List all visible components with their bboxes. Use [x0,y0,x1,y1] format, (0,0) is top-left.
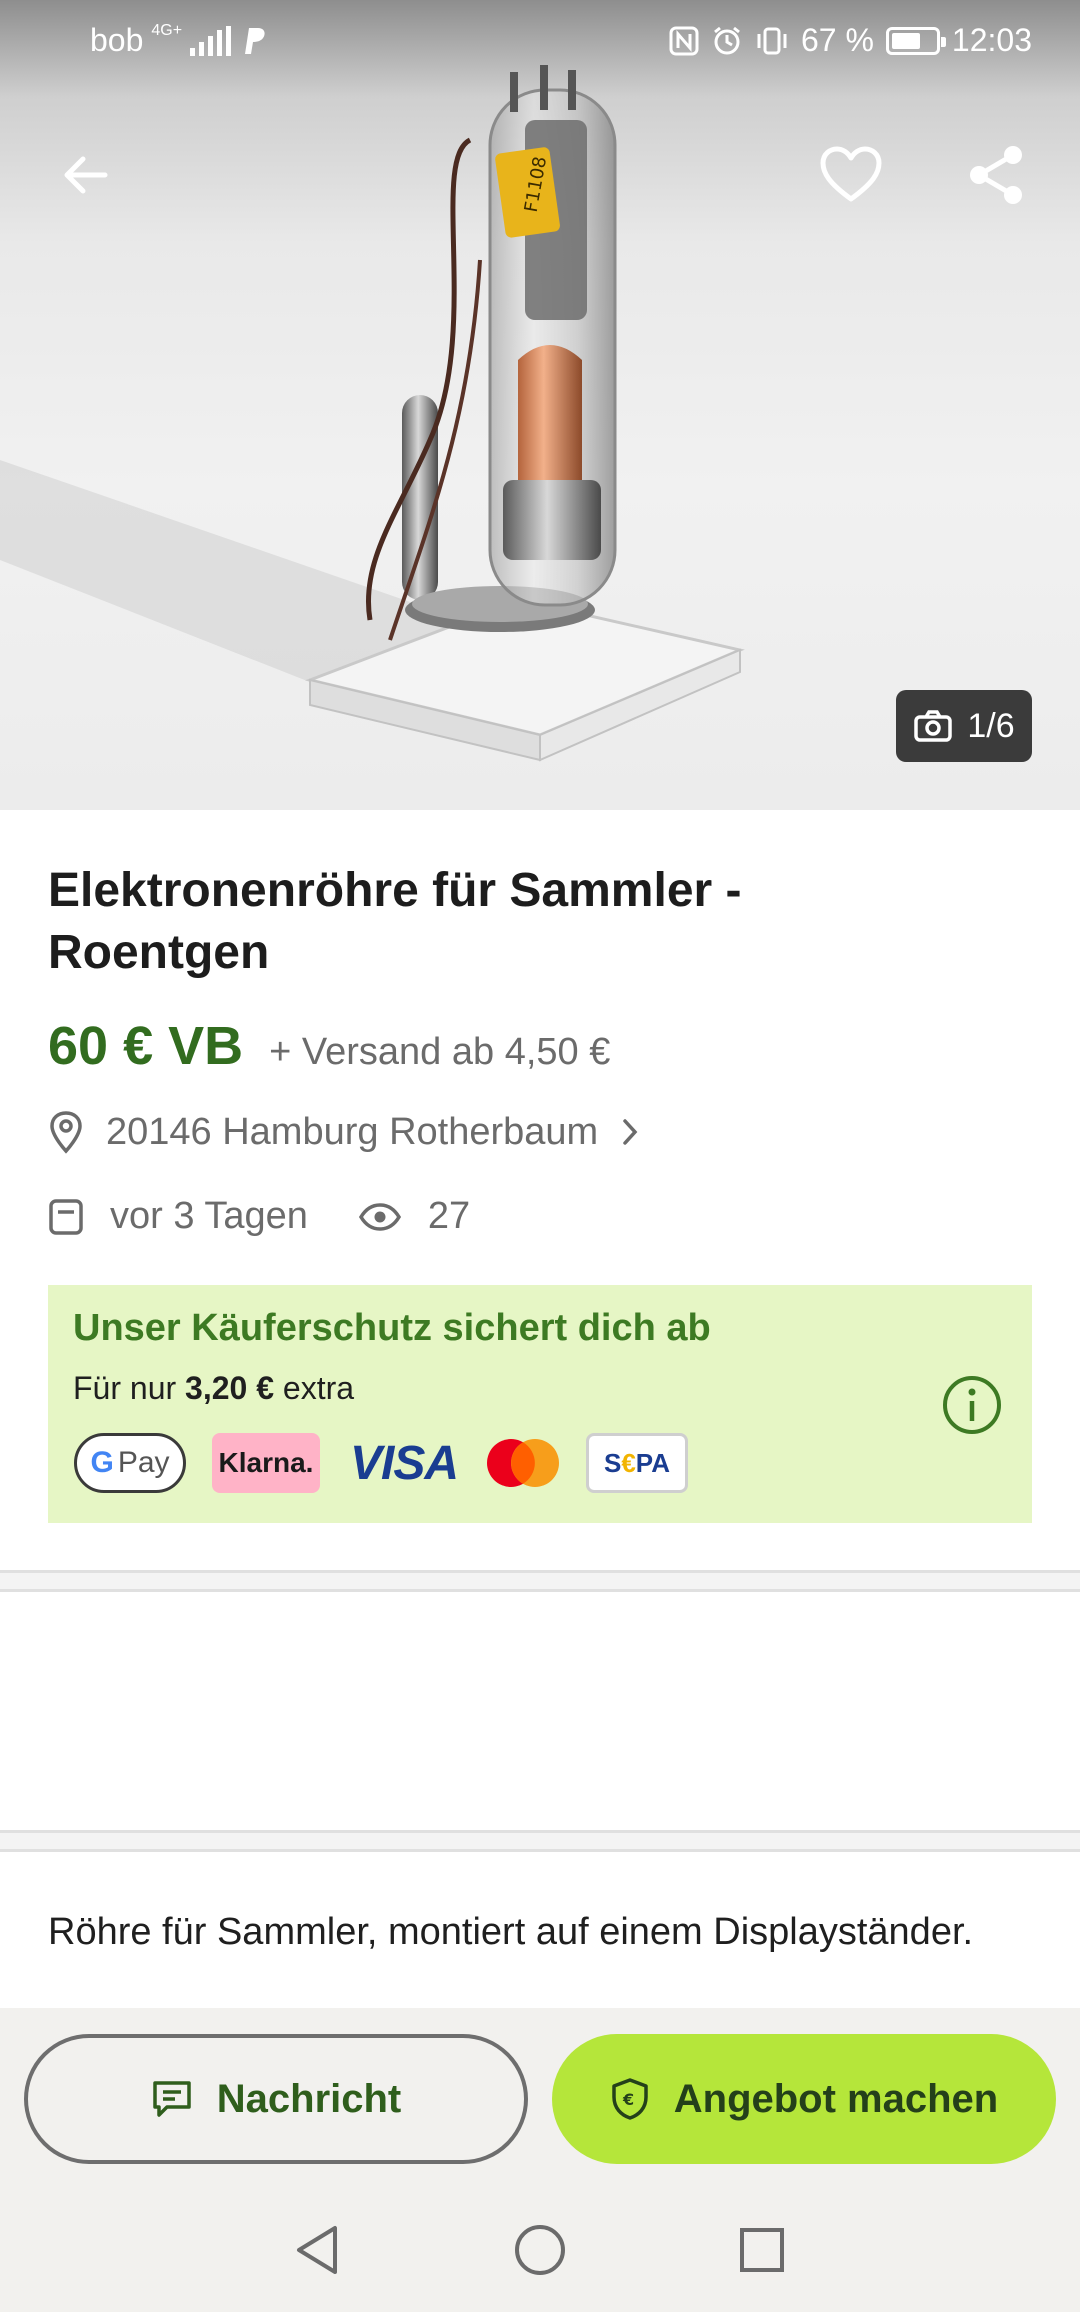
network-label: 4G+ [151,21,183,39]
battery-percent: 67 % [800,22,874,58]
posted-date: vor 3 Tagen [48,1195,308,1238]
carrier-label: bob [90,22,144,58]
info-icon[interactable] [942,1375,1002,1435]
clock: 12:03 [951,22,1032,58]
paypal-icon [245,27,265,54]
view-count: 27 [358,1195,470,1238]
buyer-protection-banner[interactable]: Unser Käuferschutz sichert dich ab Für n… [48,1285,1032,1523]
listing-description: Röhre für Sammler, montiert auf einem Di… [48,1911,974,1953]
fee-suffix: extra [282,1370,355,1406]
listing-photo[interactable]: F1108 bob 4G+ 67 % 12:03 1/6 [0,0,1080,810]
fee-prefix: Für nur [73,1370,177,1406]
price: 60 € VB [48,1016,244,1076]
image-counter[interactable]: 1/6 [896,690,1032,762]
status-right: 67 % 12:03 [669,22,1032,59]
listing-title: Elektronenröhre für Sammler - Roentgen [48,864,742,979]
share-icon [970,146,1022,204]
google-g-icon: G [90,1446,114,1479]
google-pay-logo: G Pay [74,1433,186,1493]
buyer-protection-heading: Unser Käuferschutz sichert dich ab [73,1307,711,1349]
svg-text:€: € [622,2090,634,2109]
back-button[interactable] [40,130,130,220]
klarna-logo: Klarna. [212,1433,320,1493]
status-left: bob 4G+ [90,22,267,59]
arrow-left-icon [64,156,108,194]
sepa-s: S [603,1447,622,1478]
camera-icon [914,710,953,742]
chevron-right-icon [623,1119,638,1145]
shipping-cost: + Versand ab 4,50 € [269,1031,611,1073]
action-bar: Nachricht € Angebot machen [0,2008,1080,2188]
message-button[interactable]: Nachricht [24,2034,528,2164]
section-divider [0,1570,1080,1592]
calendar-icon [49,1198,83,1235]
mastercard-logo [478,1433,568,1493]
location-row[interactable]: 20146 Hamburg Rotherbaum [48,1110,640,1154]
klarna-label: Klarna. [218,1447,314,1478]
message-button-label: Nachricht [216,2076,402,2121]
vibrate-icon [757,27,787,54]
mastercard-icon [487,1439,559,1487]
image-counter-label: 1/6 [967,706,1015,745]
status-bar: bob 4G+ 67 % 12:03 [0,0,1080,80]
location-label: 20146 Hamburg Rotherbaum [106,1110,599,1153]
visa-label: VISA [349,1436,459,1490]
visa-logo: VISA [344,1433,464,1493]
sepa-rest: PA [635,1447,670,1478]
favorite-button[interactable] [806,130,896,220]
heart-icon [820,146,882,202]
fee-amount: 3,20 € [185,1370,274,1406]
sepa-euro: € [621,1447,636,1478]
views-label: 27 [427,1195,471,1237]
chat-icon [153,2081,191,2117]
nfc-icon [669,26,699,55]
sepa-logo: S € PA [586,1433,688,1493]
nav-home-icon[interactable] [513,2223,567,2277]
section-divider [0,1830,1080,1852]
shield-euro-icon: € [612,2078,648,2120]
meta-row: vor 3 Tagen 27 [48,1195,470,1238]
posted-label: vor 3 Tagen [110,1195,308,1237]
price-row: 60 € VB + Versand ab 4,50 € [48,1015,610,1077]
location-pin-icon [50,1111,82,1154]
gpay-label: Pay [117,1446,170,1479]
system-nav-bar [0,2188,1080,2312]
buyer-protection-fee: Für nur 3,20 € extra [73,1370,354,1407]
alarm-icon [714,26,740,54]
vacuum-tube-photo: F1108 [0,65,745,762]
make-offer-label: Angebot machen [673,2076,999,2121]
nav-back-icon[interactable] [293,2222,343,2278]
eye-icon [358,1202,401,1231]
nav-recents-icon[interactable] [737,2225,787,2275]
battery-icon [885,26,946,55]
signal-icon [190,25,232,56]
share-button[interactable] [952,130,1042,220]
make-offer-button[interactable]: € Angebot machen [552,2034,1056,2164]
